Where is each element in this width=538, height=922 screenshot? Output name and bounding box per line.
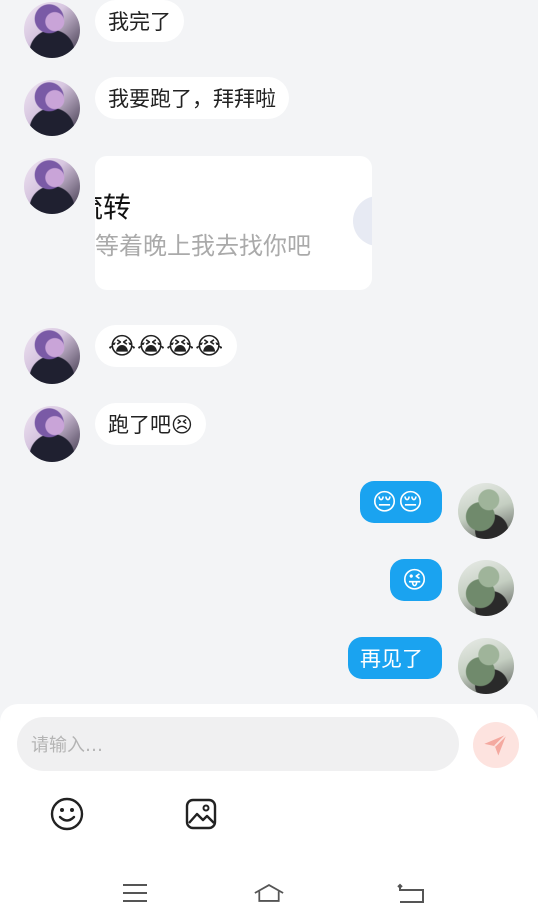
message-bubble[interactable]: 😭😭😭😭 bbox=[95, 325, 238, 367]
emoji-button[interactable] bbox=[49, 796, 85, 832]
message-bubble[interactable]: 我要跑了，拜拜啦 bbox=[95, 77, 289, 119]
user-avatar[interactable] bbox=[458, 638, 514, 694]
image-icon bbox=[185, 798, 217, 830]
message-text: 😜 bbox=[402, 566, 429, 594]
message-input[interactable]: 请输入… bbox=[17, 717, 459, 771]
contact-avatar[interactable] bbox=[24, 328, 80, 384]
message-bubble[interactable]: 跑了吧😣 bbox=[95, 403, 206, 445]
send-button[interactable] bbox=[473, 722, 519, 768]
shared-card[interactable]: 流转 等着晚上我去找你吧 bbox=[95, 156, 372, 290]
input-placeholder: 请输入… bbox=[31, 735, 103, 756]
contact-avatar[interactable] bbox=[24, 406, 80, 462]
back-icon bbox=[397, 883, 424, 903]
message-text: 😔😔 bbox=[372, 488, 425, 516]
contact-avatar[interactable] bbox=[24, 2, 80, 58]
message-text: 再见了 bbox=[360, 647, 423, 671]
user-avatar[interactable] bbox=[458, 483, 514, 539]
smiley-icon bbox=[50, 797, 84, 831]
message-bubble[interactable]: 😔😔 bbox=[360, 481, 442, 523]
message-text: 😭😭😭😭 bbox=[108, 332, 225, 360]
user-avatar[interactable] bbox=[458, 560, 514, 616]
card-title: 流转 bbox=[95, 191, 132, 224]
home-button[interactable] bbox=[254, 882, 284, 904]
menu-button[interactable] bbox=[120, 882, 150, 904]
message-bubble[interactable]: 😜 bbox=[390, 559, 442, 601]
card-decoration bbox=[353, 196, 372, 246]
message-text: 我要跑了，拜拜啦 bbox=[108, 87, 276, 111]
paper-plane-icon bbox=[484, 733, 508, 756]
card-subtitle: 等着晚上我去找你吧 bbox=[95, 232, 311, 260]
chat-area[interactable]: 我完了 我要跑了，拜拜啦 流转 等着晚上我去找你吧 😭😭😭😭 跑了吧😣 😔😔 😜… bbox=[0, 0, 538, 704]
message-text: 跑了吧😣 bbox=[108, 413, 193, 437]
message-bubble[interactable]: 我完了 bbox=[95, 0, 184, 42]
contact-avatar[interactable] bbox=[24, 80, 80, 136]
image-button[interactable] bbox=[183, 796, 219, 832]
home-icon bbox=[254, 884, 284, 902]
contact-avatar[interactable] bbox=[24, 158, 80, 214]
menu-icon bbox=[123, 884, 147, 902]
composer-panel: 请输入… bbox=[0, 704, 538, 922]
back-button[interactable] bbox=[396, 882, 426, 904]
message-bubble[interactable]: 再见了 bbox=[348, 637, 442, 679]
message-text: 我完了 bbox=[108, 10, 171, 34]
